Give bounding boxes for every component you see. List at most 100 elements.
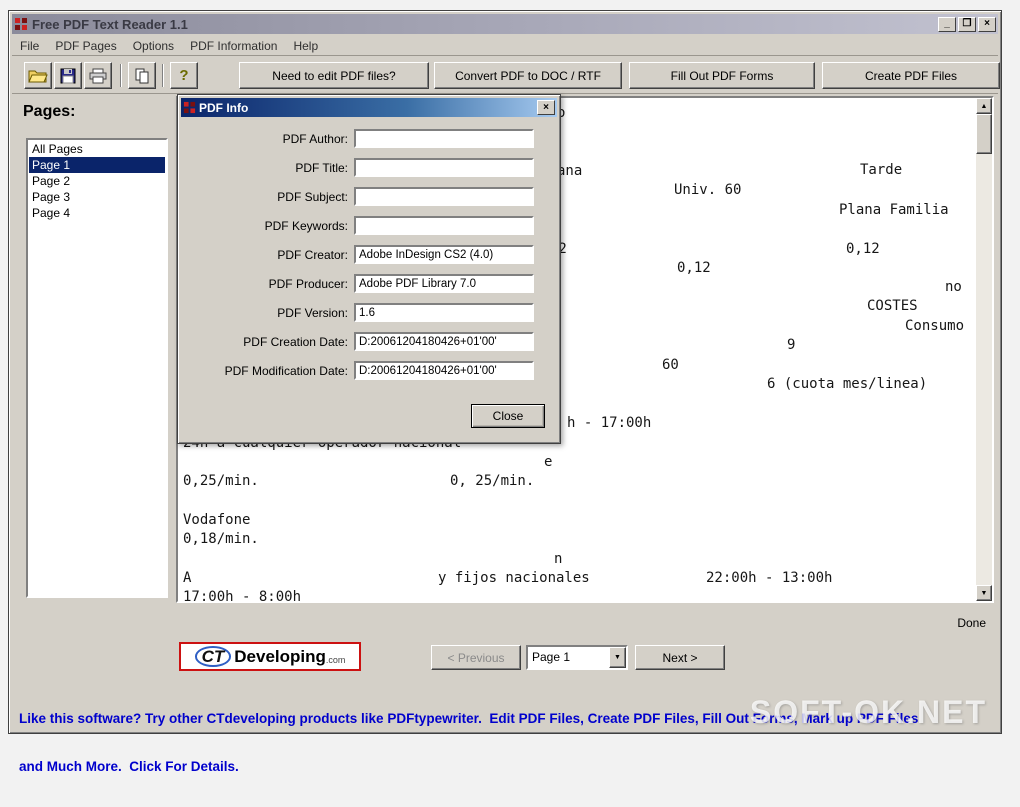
scrollbar-thumb[interactable] <box>976 114 992 154</box>
page-select-dropdown[interactable]: Page 1 ▼ <box>526 645 628 670</box>
convert-pdf-doc-button[interactable]: Convert PDF to DOC / RTF <box>434 62 622 89</box>
list-item-page-2[interactable]: Page 2 <box>29 173 165 189</box>
doc-text-fragment: e <box>544 454 553 470</box>
scroll-down-icon[interactable]: ▼ <box>976 585 992 601</box>
doc-text-fragment: 0,12 <box>846 241 880 257</box>
ctdeveloping-logo[interactable]: CT Developing .com <box>179 642 361 671</box>
page-select-value: Page 1 <box>532 650 571 664</box>
maximize-button[interactable]: ❐ <box>958 16 976 32</box>
dialog-close-button[interactable]: Close <box>471 404 545 428</box>
open-button[interactable] <box>24 62 52 89</box>
doc-text-fragment: 0,18/min. <box>183 531 259 547</box>
copy-icon <box>134 68 150 84</box>
copy-button[interactable] <box>128 62 156 89</box>
list-item-page-3[interactable]: Page 3 <box>29 189 165 205</box>
pdf-creator-field[interactable] <box>354 245 534 264</box>
doc-text-fragment: Consumo <box>905 318 965 334</box>
pdf-version-label: PDF Version: <box>277 305 348 320</box>
vertical-scrollbar[interactable]: ▲ ▼ <box>976 98 992 601</box>
field-row: PDF Title: <box>182 153 552 182</box>
dropdown-arrow-icon[interactable]: ▼ <box>609 647 626 668</box>
create-pdf-button[interactable]: Create PDF Files <box>822 62 1000 89</box>
minimize-button[interactable]: _ <box>938 16 956 32</box>
doc-text-fragment: 17:00h - 8:00h <box>183 589 302 601</box>
promo-line-2: and Much More. Click For Details. <box>19 759 239 774</box>
pdf-subject-field[interactable] <box>354 187 534 206</box>
menu-help[interactable]: Help <box>285 36 326 56</box>
doc-text-fragment: 0, 25/min. <box>450 473 535 489</box>
doc-text-fragment: h - 17:00h <box>567 415 652 431</box>
menu-options[interactable]: Options <box>125 36 182 56</box>
dialog-close-icon[interactable]: × <box>537 100 555 115</box>
list-item-all-pages[interactable]: All Pages <box>29 141 165 157</box>
app-window: Free PDF Text Reader 1.1 _ ❐ × File PDF … <box>8 10 1002 774</box>
pages-listbox: All Pages Page 1 Page 2 Page 3 Page 4 <box>26 138 168 598</box>
field-row: PDF Subject: <box>182 182 552 211</box>
next-page-button[interactable]: Next > <box>635 645 725 670</box>
pdf-keywords-field[interactable] <box>354 216 534 235</box>
toolbar: ? Need to edit PDF files? Convert PDF to… <box>12 57 1000 94</box>
app-icon <box>14 17 28 31</box>
close-button[interactable]: × <box>978 16 996 32</box>
previous-page-button[interactable]: < Previous <box>431 645 521 670</box>
pdf-producer-label: PDF Producer: <box>268 276 348 291</box>
doc-text-fragment: 60 <box>662 357 679 373</box>
doc-text-fragment: Univ. 60 <box>674 182 742 198</box>
need-edit-pdf-button[interactable]: Need to edit PDF files? <box>239 62 429 89</box>
logo-ct-mark: CT <box>194 646 232 667</box>
list-item-page-1[interactable]: Page 1 <box>29 157 165 173</box>
pdf-title-field[interactable] <box>354 158 534 177</box>
watermark: SOFT-OK.NET <box>749 694 987 730</box>
doc-text-fragment: A <box>183 570 192 586</box>
pdf-subject-label: PDF Subject: <box>277 189 348 204</box>
doc-text-fragment: Plana Familia <box>839 202 949 218</box>
field-row: PDF Creation Date: <box>182 327 552 356</box>
print-button[interactable] <box>84 62 112 89</box>
dialog-titlebar: PDF Info × <box>181 98 557 117</box>
doc-text-fragment: 22:00h - 13:00h <box>706 570 833 586</box>
doc-text-fragment: no <box>945 279 962 295</box>
pdf-modification-date-label: PDF Modification Date: <box>224 363 348 378</box>
menu-pdf-pages[interactable]: PDF Pages <box>47 36 124 56</box>
field-row: PDF Creator: <box>182 240 552 269</box>
doc-text-fragment: 6 (cuota mes/linea) <box>767 376 928 392</box>
titlebar: Free PDF Text Reader 1.1 _ ❐ × <box>12 14 998 34</box>
fill-out-forms-button[interactable]: Fill Out PDF Forms <box>629 62 815 89</box>
pdf-producer-field[interactable] <box>354 274 534 293</box>
scroll-up-icon[interactable]: ▲ <box>976 98 992 114</box>
help-icon: ? <box>179 67 189 84</box>
pdf-version-field[interactable] <box>354 303 534 322</box>
save-icon <box>60 68 76 84</box>
pdf-author-field[interactable] <box>354 129 534 148</box>
doc-text-fragment: 0,12 <box>677 260 711 276</box>
pdf-creation-date-field[interactable] <box>354 332 534 351</box>
menu-pdf-information[interactable]: PDF Information <box>182 36 285 56</box>
pdf-title-label: PDF Title: <box>295 160 348 175</box>
pdf-keywords-label: PDF Keywords: <box>264 218 348 233</box>
help-button[interactable]: ? <box>170 62 198 89</box>
pdf-modification-date-field[interactable] <box>354 361 534 380</box>
open-icon <box>28 68 48 84</box>
dialog-title: PDF Info <box>199 100 249 115</box>
doc-text-fragment: Vodafone <box>183 512 251 528</box>
save-button[interactable] <box>54 62 82 89</box>
toolbar-separator <box>120 64 122 87</box>
status-text: Done <box>957 616 986 630</box>
doc-text-fragment: 9 <box>787 337 796 353</box>
logo-tld: .com <box>325 655 346 665</box>
menu-file[interactable]: File <box>12 36 47 56</box>
pdf-creation-date-label: PDF Creation Date: <box>243 334 348 349</box>
field-row: PDF Version: <box>182 298 552 327</box>
doc-text-fragment: 0,25/min. <box>183 473 259 489</box>
logo-name: Developing <box>234 646 326 666</box>
toolbar-separator <box>162 64 164 87</box>
window-title: Free PDF Text Reader 1.1 <box>32 16 188 32</box>
doc-text-fragment: n <box>554 551 563 567</box>
field-row: PDF Keywords: <box>182 211 552 240</box>
dialog-fields: PDF Author: PDF Title: PDF Subject: PDF … <box>182 124 552 385</box>
doc-text-fragment: Tarde <box>860 162 903 178</box>
dialog-icon <box>183 101 196 114</box>
list-item-page-4[interactable]: Page 4 <box>29 205 165 221</box>
pages-label: Pages: <box>23 103 76 120</box>
field-row: PDF Modification Date: <box>182 356 552 385</box>
